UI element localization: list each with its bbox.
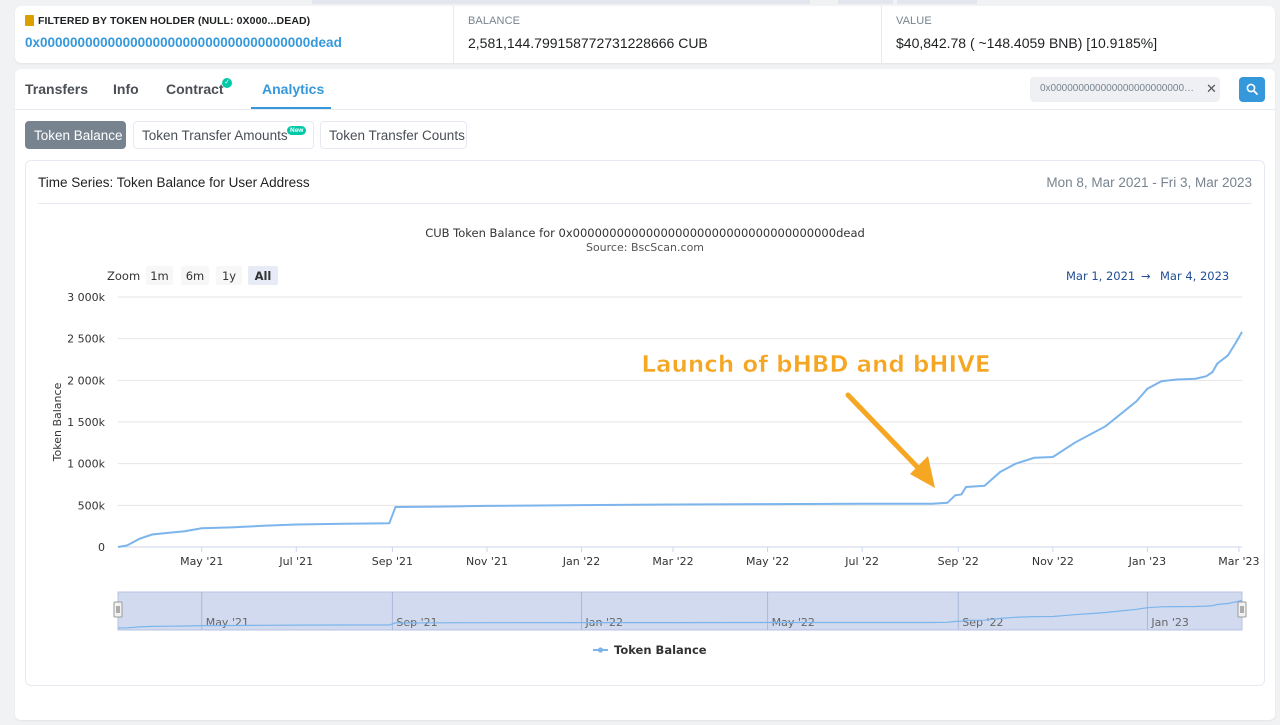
x-tick-label: Sep '22 [938,555,979,568]
navigator-mask [117,591,1243,631]
tab-bar: Transfers Info Contract ✓ Analytics 0x00… [15,69,1275,110]
balance-column: BALANCE 2,581,144.799158772731228666 CUB [453,6,858,63]
annotation-arrow-shaft [845,392,927,477]
top-strip-segment [838,0,893,4]
navigator-right-handle[interactable] [1237,601,1247,618]
verified-check-icon: ✓ [222,78,232,88]
balance-label: BALANCE [468,15,521,27]
chart-subtitle: Source: BscScan.com [586,241,704,254]
search-button[interactable] [1239,77,1265,102]
y-tick-label: 1 000k [67,458,105,471]
range-arrow: → [1141,269,1151,283]
filter-token-icon [25,15,34,26]
tab-transfers[interactable]: Transfers [25,81,88,97]
x-tick-label: Jul '22 [844,555,879,568]
navigator-tick-label: Sep '22 [962,616,1003,629]
legend-dot-marker [597,647,604,653]
zoom-button-1y[interactable]: 1y [216,266,242,285]
active-tab-indicator [251,107,331,109]
y-tick-label: 0 [98,541,105,554]
zoom-label: Zoom [107,269,140,283]
filter-column: FILTERED BY TOKEN HOLDER (Null: 0x000...… [25,6,430,63]
x-tick-label: May '21 [180,555,223,568]
handle-body [1237,601,1247,618]
chart-card-title: Time Series: Token Balance for User Addr… [38,175,310,190]
x-tick-label: Sep '21 [372,555,413,568]
value-label: VALUE [896,15,932,27]
range-to-date[interactable]: Mar 4, 2023 [1160,269,1229,283]
navigator-tick-label: May '21 [206,616,249,629]
navigator-left-handle[interactable] [113,601,123,618]
y-tick-label: 2 000k [67,374,105,387]
pill-token-balance[interactable]: Token Balance [25,121,126,149]
top-strip-segment [897,0,977,4]
legend[interactable]: Token Balance [593,643,707,657]
divider [38,203,1252,204]
y-axis: 0 500k 1 000k 1 500k 2 000k 2 500k 3 000k [67,291,105,554]
chart-card: Time Series: Token Balance for User Addr… [25,160,1265,686]
range-from-date[interactable]: Mar 1, 2021 [1066,269,1135,283]
zoom-button-6m[interactable]: 6m [181,266,209,285]
zoom-button-all[interactable]: All [248,266,278,285]
address-filter-input[interactable]: 0x000000000000000000000000000000000000de… [1030,77,1220,102]
x-tick-label: Nov '21 [466,555,508,568]
x-tick-label: May '22 [746,555,789,568]
holder-summary: FILTERED BY TOKEN HOLDER (Null: 0x000...… [15,6,1275,63]
pill-token-transfer-counts[interactable]: Token Transfer Counts [320,121,467,149]
filter-address-link[interactable]: 0x000000000000000000000000000000000000de… [25,35,342,50]
x-tick-label: Jul '21 [278,555,313,568]
y-tick-label: 2 500k [67,333,105,346]
x-tick-label: Jan '23 [1128,555,1166,568]
token-balance-chart: CUB Token Balance for 0x0000000000000000… [51,226,1260,657]
chart-card-date-range: Mon 8, Mar 2021 - Fri 3, Mar 2023 [1046,175,1252,190]
y-axis-title: Token Balance [51,382,64,462]
analytics-panel: Transfers Info Contract ✓ Analytics 0x00… [15,69,1275,720]
x-axis: May '21 Jul '21 Sep '21 Nov '21 Jan '22 Mar '… [180,547,1260,568]
x-tick-label: Jan '22 [562,555,600,568]
chart-gridlines [118,296,1242,548]
zoom-button-label: 1y [222,269,236,283]
x-tick-label: Nov '22 [1032,555,1074,568]
zoom-button-1m[interactable]: 1m [146,266,173,285]
zoom-button-label: All [255,269,272,283]
launch-annotation: Launch of bHBD and bHIVE [641,352,991,488]
tab-analytics[interactable]: Analytics [262,81,324,97]
navigator[interactable]: May '21 Sep '21 Jan '22 May '22 Sep '22 Jan '… [113,591,1247,631]
zoom-button-label: 1m [150,269,169,283]
search-icon [1246,83,1258,95]
balance-value: 2,581,144.799158772731228666 CUB [468,35,708,51]
address-filter-value[interactable]: 0x000000000000000000000000000000000000de… [1040,83,1195,94]
x-tick-label: Mar '22 [652,555,693,568]
y-tick-label: 3 000k [67,291,105,304]
clear-icon[interactable]: ✕ [1206,81,1217,97]
pill-token-transfer-amounts[interactable]: Token Transfer Amounts New [133,121,314,149]
pill-label: Token Transfer Amounts [142,128,288,143]
zoom-button-group: 1m 6m 1y All [146,266,278,285]
navigator-tick-label: Jan '23 [1150,616,1188,629]
zoom-button-label: 6m [186,269,205,283]
y-tick-label: 1 500k [67,416,105,429]
y-tick-label: 500k [78,499,106,512]
value-column: VALUE $40,842.78 ( ~148.4059 BNB) [10.91… [881,6,1261,63]
annotation-label: Launch of bHBD and bHIVE [641,352,990,378]
top-strip-segment [312,0,810,4]
filter-label: FILTERED BY TOKEN HOLDER (Null: 0x000...… [38,15,311,27]
handle-body [113,601,123,618]
value-amount: $40,842.78 ( ~148.4059 BNB) [10.9185%] [896,35,1158,51]
new-badge: New [287,126,307,135]
tab-info[interactable]: Info [113,81,139,97]
tab-contract[interactable]: Contract [166,81,224,97]
legend-item-token-balance[interactable]: Token Balance [614,643,707,657]
chart-title: CUB Token Balance for 0x0000000000000000… [425,226,865,240]
x-tick-label: Mar '23 [1218,555,1259,568]
